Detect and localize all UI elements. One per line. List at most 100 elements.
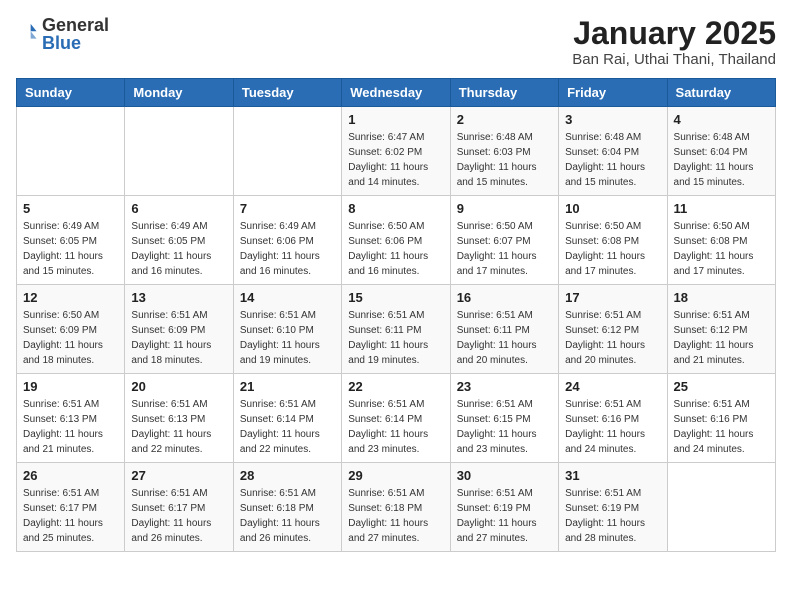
cell-info: Sunrise: 6:51 AMSunset: 6:14 PMDaylight:… bbox=[348, 397, 443, 457]
cell-day-number: 26 bbox=[23, 468, 118, 483]
calendar-cell: 17Sunrise: 6:51 AMSunset: 6:12 PMDayligh… bbox=[559, 285, 667, 374]
calendar-cell: 19 Sunrise: 6:51 AMSunset: 6:13 PMDayligh… bbox=[17, 374, 125, 463]
calendar-cell: 31 Sunrise: 6:51 AMSunset: 6:19 PMDayligh… bbox=[559, 463, 667, 552]
calendar-header-row: SundayMondayTuesdayWednesdayThursdayFrid… bbox=[17, 79, 776, 107]
calendar-cell: 15 Sunrise: 6:51 AMSunset: 6:11 PMDayligh… bbox=[342, 285, 450, 374]
cell-day-number: 29 bbox=[348, 468, 443, 483]
calendar-week-3: 12Sunrise: 6:50 AMSunset: 6:09 PMDayligh… bbox=[17, 285, 776, 374]
calendar-header-friday: Friday bbox=[559, 79, 667, 107]
logo: General Blue bbox=[16, 16, 109, 52]
calendar-cell: 13 Sunrise: 6:51 AMSunset: 6:09 PMDayligh… bbox=[125, 285, 233, 374]
cell-day-number: 8 bbox=[348, 201, 443, 216]
cell-day-number: 31 bbox=[565, 468, 660, 483]
calendar-cell: 30Sunrise: 6:51 AMSunset: 6:19 PMDayligh… bbox=[450, 463, 558, 552]
cell-info: Sunrise: 6:51 AMSunset: 6:12 PMDaylight:… bbox=[565, 308, 660, 368]
cell-info: Sunrise: 6:51 AMSunset: 6:15 PMDaylight:… bbox=[457, 397, 552, 457]
cell-day-number: 3 bbox=[565, 112, 660, 127]
calendar-header-sunday: Sunday bbox=[17, 79, 125, 107]
calendar-cell: 12Sunrise: 6:50 AMSunset: 6:09 PMDayligh… bbox=[17, 285, 125, 374]
cell-day-number: 25 bbox=[674, 379, 769, 394]
calendar-cell: 21 Sunrise: 6:51 AMSunset: 6:14 PMDayligh… bbox=[233, 374, 341, 463]
cell-day-number: 13 bbox=[131, 290, 226, 305]
cell-info: Sunrise: 6:51 AMSunset: 6:11 PMDaylight:… bbox=[348, 308, 443, 368]
calendar-header-wednesday: Wednesday bbox=[342, 79, 450, 107]
calendar-header-saturday: Saturday bbox=[667, 79, 775, 107]
calendar-week-4: 19 Sunrise: 6:51 AMSunset: 6:13 PMDayligh… bbox=[17, 374, 776, 463]
cell-day-number: 21 bbox=[240, 379, 335, 394]
calendar-header-tuesday: Tuesday bbox=[233, 79, 341, 107]
cell-info: Sunrise: 6:51 AMSunset: 6:17 PMDaylight:… bbox=[23, 486, 118, 546]
cell-info: Sunrise: 6:51 AMSunset: 6:16 PMDaylight:… bbox=[565, 397, 660, 457]
calendar-cell: 24 Sunrise: 6:51 AMSunset: 6:16 PMDayligh… bbox=[559, 374, 667, 463]
calendar-cell bbox=[17, 107, 125, 196]
calendar-cell: 20 Sunrise: 6:51 AMSunset: 6:13 PMDayligh… bbox=[125, 374, 233, 463]
logo-blue: Blue bbox=[42, 34, 109, 52]
cell-info: Sunrise: 6:48 AMSunset: 6:04 PMDaylight:… bbox=[565, 130, 660, 190]
cell-day-number: 6 bbox=[131, 201, 226, 216]
cell-day-number: 18 bbox=[674, 290, 769, 305]
cell-info: Sunrise: 6:50 AMSunset: 6:08 PMDaylight:… bbox=[674, 219, 769, 279]
calendar-cell: 22 Sunrise: 6:51 AMSunset: 6:14 PMDayligh… bbox=[342, 374, 450, 463]
cell-info: Sunrise: 6:49 AMSunset: 6:05 PMDaylight:… bbox=[131, 219, 226, 279]
logo-icon bbox=[16, 21, 38, 48]
cell-info: Sunrise: 6:51 AMSunset: 6:12 PMDaylight:… bbox=[674, 308, 769, 368]
calendar-cell: 3 Sunrise: 6:48 AMSunset: 6:04 PMDaylight… bbox=[559, 107, 667, 196]
calendar-cell: 6 Sunrise: 6:49 AMSunset: 6:05 PMDaylight… bbox=[125, 196, 233, 285]
cell-info: Sunrise: 6:51 AMSunset: 6:09 PMDaylight:… bbox=[131, 308, 226, 368]
cell-info: Sunrise: 6:50 AMSunset: 6:09 PMDaylight:… bbox=[23, 308, 118, 368]
cell-day-number: 4 bbox=[674, 112, 769, 127]
calendar-cell bbox=[233, 107, 341, 196]
calendar-cell: 18 Sunrise: 6:51 AMSunset: 6:12 PMDayligh… bbox=[667, 285, 775, 374]
calendar-header-thursday: Thursday bbox=[450, 79, 558, 107]
cell-day-number: 16 bbox=[457, 290, 552, 305]
cell-info: Sunrise: 6:50 AMSunset: 6:07 PMDaylight:… bbox=[457, 219, 552, 279]
cell-day-number: 15 bbox=[348, 290, 443, 305]
page-title: January 2025 bbox=[572, 16, 776, 51]
cell-info: Sunrise: 6:49 AMSunset: 6:06 PMDaylight:… bbox=[240, 219, 335, 279]
cell-info: Sunrise: 6:51 AMSunset: 6:16 PMDaylight:… bbox=[674, 397, 769, 457]
cell-day-number: 11 bbox=[674, 201, 769, 216]
calendar-cell: 1 Sunrise: 6:47 AMSunset: 6:02 PMDaylight… bbox=[342, 107, 450, 196]
cell-info: Sunrise: 6:51 AMSunset: 6:17 PMDaylight:… bbox=[131, 486, 226, 546]
calendar-week-5: 26 Sunrise: 6:51 AMSunset: 6:17 PMDayligh… bbox=[17, 463, 776, 552]
calendar-cell: 29 Sunrise: 6:51 AMSunset: 6:18 PMDayligh… bbox=[342, 463, 450, 552]
calendar-cell bbox=[125, 107, 233, 196]
calendar-cell: 27Sunrise: 6:51 AMSunset: 6:17 PMDayligh… bbox=[125, 463, 233, 552]
calendar-cell: 8Sunrise: 6:50 AMSunset: 6:06 PMDaylight… bbox=[342, 196, 450, 285]
cell-day-number: 2 bbox=[457, 112, 552, 127]
calendar-cell: 9 Sunrise: 6:50 AMSunset: 6:07 PMDaylight… bbox=[450, 196, 558, 285]
cell-day-number: 19 bbox=[23, 379, 118, 394]
cell-info: Sunrise: 6:48 AMSunset: 6:03 PMDaylight:… bbox=[457, 130, 552, 190]
calendar-cell: 23 Sunrise: 6:51 AMSunset: 6:15 PMDayligh… bbox=[450, 374, 558, 463]
logo-text: General Blue bbox=[42, 16, 109, 52]
cell-info: Sunrise: 6:51 AMSunset: 6:18 PMDaylight:… bbox=[348, 486, 443, 546]
cell-info: Sunrise: 6:51 AMSunset: 6:14 PMDaylight:… bbox=[240, 397, 335, 457]
cell-info: Sunrise: 6:47 AMSunset: 6:02 PMDaylight:… bbox=[348, 130, 443, 190]
cell-day-number: 1 bbox=[348, 112, 443, 127]
cell-day-number: 22 bbox=[348, 379, 443, 394]
cell-info: Sunrise: 6:51 AMSunset: 6:18 PMDaylight:… bbox=[240, 486, 335, 546]
title-block: January 2025 Ban Rai, Uthai Thani, Thail… bbox=[572, 16, 776, 68]
calendar-header-monday: Monday bbox=[125, 79, 233, 107]
cell-day-number: 23 bbox=[457, 379, 552, 394]
calendar-cell: 28Sunrise: 6:51 AMSunset: 6:18 PMDayligh… bbox=[233, 463, 341, 552]
cell-info: Sunrise: 6:51 AMSunset: 6:19 PMDaylight:… bbox=[457, 486, 552, 546]
calendar-cell: 14Sunrise: 6:51 AMSunset: 6:10 PMDayligh… bbox=[233, 285, 341, 374]
cell-day-number: 7 bbox=[240, 201, 335, 216]
cell-info: Sunrise: 6:51 AMSunset: 6:19 PMDaylight:… bbox=[565, 486, 660, 546]
cell-day-number: 24 bbox=[565, 379, 660, 394]
cell-day-number: 20 bbox=[131, 379, 226, 394]
cell-day-number: 9 bbox=[457, 201, 552, 216]
calendar-cell: 4Sunrise: 6:48 AMSunset: 6:04 PMDaylight… bbox=[667, 107, 775, 196]
calendar-cell: 25 Sunrise: 6:51 AMSunset: 6:16 PMDayligh… bbox=[667, 374, 775, 463]
calendar-week-2: 5Sunrise: 6:49 AMSunset: 6:05 PMDaylight… bbox=[17, 196, 776, 285]
logo-general: General bbox=[42, 16, 109, 34]
calendar-week-1: 1 Sunrise: 6:47 AMSunset: 6:02 PMDaylight… bbox=[17, 107, 776, 196]
cell-info: Sunrise: 6:49 AMSunset: 6:05 PMDaylight:… bbox=[23, 219, 118, 279]
calendar-cell: 5Sunrise: 6:49 AMSunset: 6:05 PMDaylight… bbox=[17, 196, 125, 285]
page-subtitle: Ban Rai, Uthai Thani, Thailand bbox=[572, 51, 776, 68]
cell-info: Sunrise: 6:51 AMSunset: 6:13 PMDaylight:… bbox=[131, 397, 226, 457]
calendar-table: SundayMondayTuesdayWednesdayThursdayFrid… bbox=[16, 78, 776, 552]
calendar-cell: 11 Sunrise: 6:50 AMSunset: 6:08 PMDayligh… bbox=[667, 196, 775, 285]
cell-info: Sunrise: 6:51 AMSunset: 6:13 PMDaylight:… bbox=[23, 397, 118, 457]
